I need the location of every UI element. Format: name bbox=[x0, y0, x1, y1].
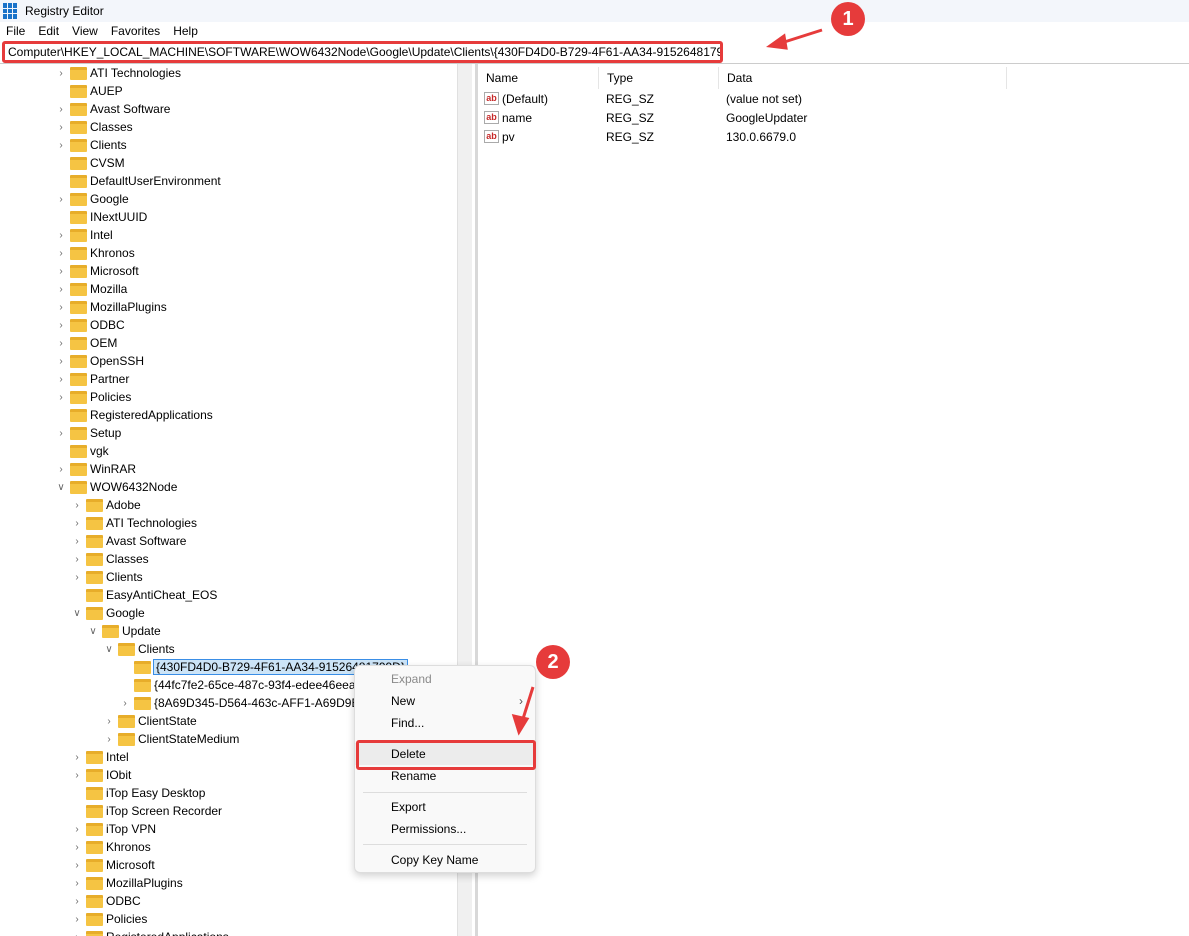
arrow-1-head bbox=[766, 33, 788, 50]
annotation-arrows bbox=[511, 28, 823, 736]
arrow-2-head bbox=[511, 713, 530, 736]
